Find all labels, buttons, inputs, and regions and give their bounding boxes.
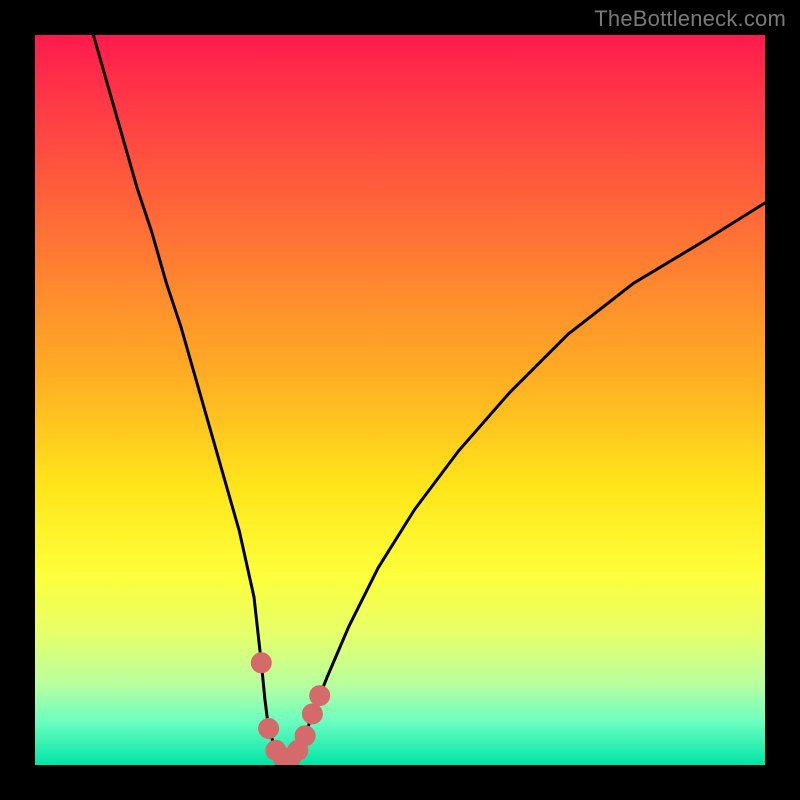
watermark-text: TheBottleneck.com <box>594 6 786 32</box>
chart-svg <box>35 35 765 765</box>
highlight-dot <box>259 719 279 739</box>
highlight-dot <box>295 726 315 746</box>
highlight-dot <box>302 704 322 724</box>
highlight-dot <box>251 653 271 673</box>
chart-frame: TheBottleneck.com <box>0 0 800 800</box>
highlight-markers <box>251 653 329 765</box>
plot-area <box>35 35 765 765</box>
highlight-dot <box>310 686 330 706</box>
bottleneck-curve <box>93 35 765 758</box>
